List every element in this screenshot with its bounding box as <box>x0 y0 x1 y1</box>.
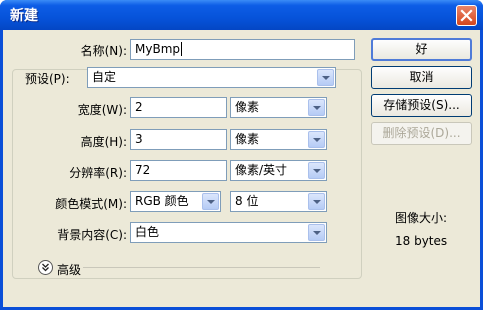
name-input[interactable]: MyBmp <box>130 39 355 60</box>
background-select[interactable]: 白色 <box>130 222 327 243</box>
resolution-unit-select[interactable]: 像素/英寸 <box>230 160 327 181</box>
close-icon[interactable] <box>456 5 477 26</box>
title-bar[interactable]: 新建 <box>0 0 483 30</box>
dialog-body: 名称(N): MyBmp 预设(P): 自定 宽度(W): 2 像素 高度(H)… <box>3 30 480 307</box>
chevron-down-icon[interactable] <box>308 131 325 148</box>
advanced-label: 高级 <box>57 263 82 277</box>
chevron-down-icon[interactable] <box>317 69 334 86</box>
color-mode-select[interactable]: RGB 颜色 <box>130 191 221 212</box>
chevron-down-icon[interactable] <box>308 224 325 241</box>
bit-depth-select[interactable]: 8 位 <box>230 191 327 212</box>
height-input[interactable]: 3 <box>130 129 227 150</box>
expand-advanced-icon[interactable] <box>38 260 53 275</box>
new-document-dialog: 新建 名称(N): MyBmp 预设(P): 自定 宽度(W): 2 像素 高度… <box>0 0 483 310</box>
chevron-down-icon[interactable] <box>308 193 325 210</box>
cancel-button[interactable]: 取消 <box>371 66 472 89</box>
width-label: 宽度(W): <box>77 103 127 117</box>
delete-preset-button: 删除预设(D)... <box>371 122 472 145</box>
image-size-value: 18 bytes <box>395 234 448 248</box>
chevron-down-icon[interactable] <box>308 162 325 179</box>
background-label: 背景内容(C): <box>57 228 127 242</box>
height-unit-select[interactable]: 像素 <box>230 129 327 150</box>
save-preset-button[interactable]: 存储预设(S)... <box>371 94 472 117</box>
ok-button[interactable]: 好 <box>371 38 472 61</box>
resolution-label: 分辨率(R): <box>69 166 127 180</box>
width-unit-select[interactable]: 像素 <box>230 97 327 118</box>
color-mode-label: 颜色模式(M): <box>55 197 127 211</box>
preset-label: 预设(P): <box>23 70 81 87</box>
dialog-title: 新建 <box>10 8 38 24</box>
height-label: 高度(H): <box>80 135 127 149</box>
advanced-divider <box>83 267 320 268</box>
resolution-input[interactable]: 72 <box>130 160 227 181</box>
preset-select[interactable]: 自定 <box>87 67 336 88</box>
name-label: 名称(N): <box>80 44 127 58</box>
width-input[interactable]: 2 <box>130 97 227 118</box>
chevron-down-icon[interactable] <box>308 99 325 116</box>
chevron-down-icon[interactable] <box>202 193 219 210</box>
image-size-label: 图像大小: <box>395 211 448 225</box>
